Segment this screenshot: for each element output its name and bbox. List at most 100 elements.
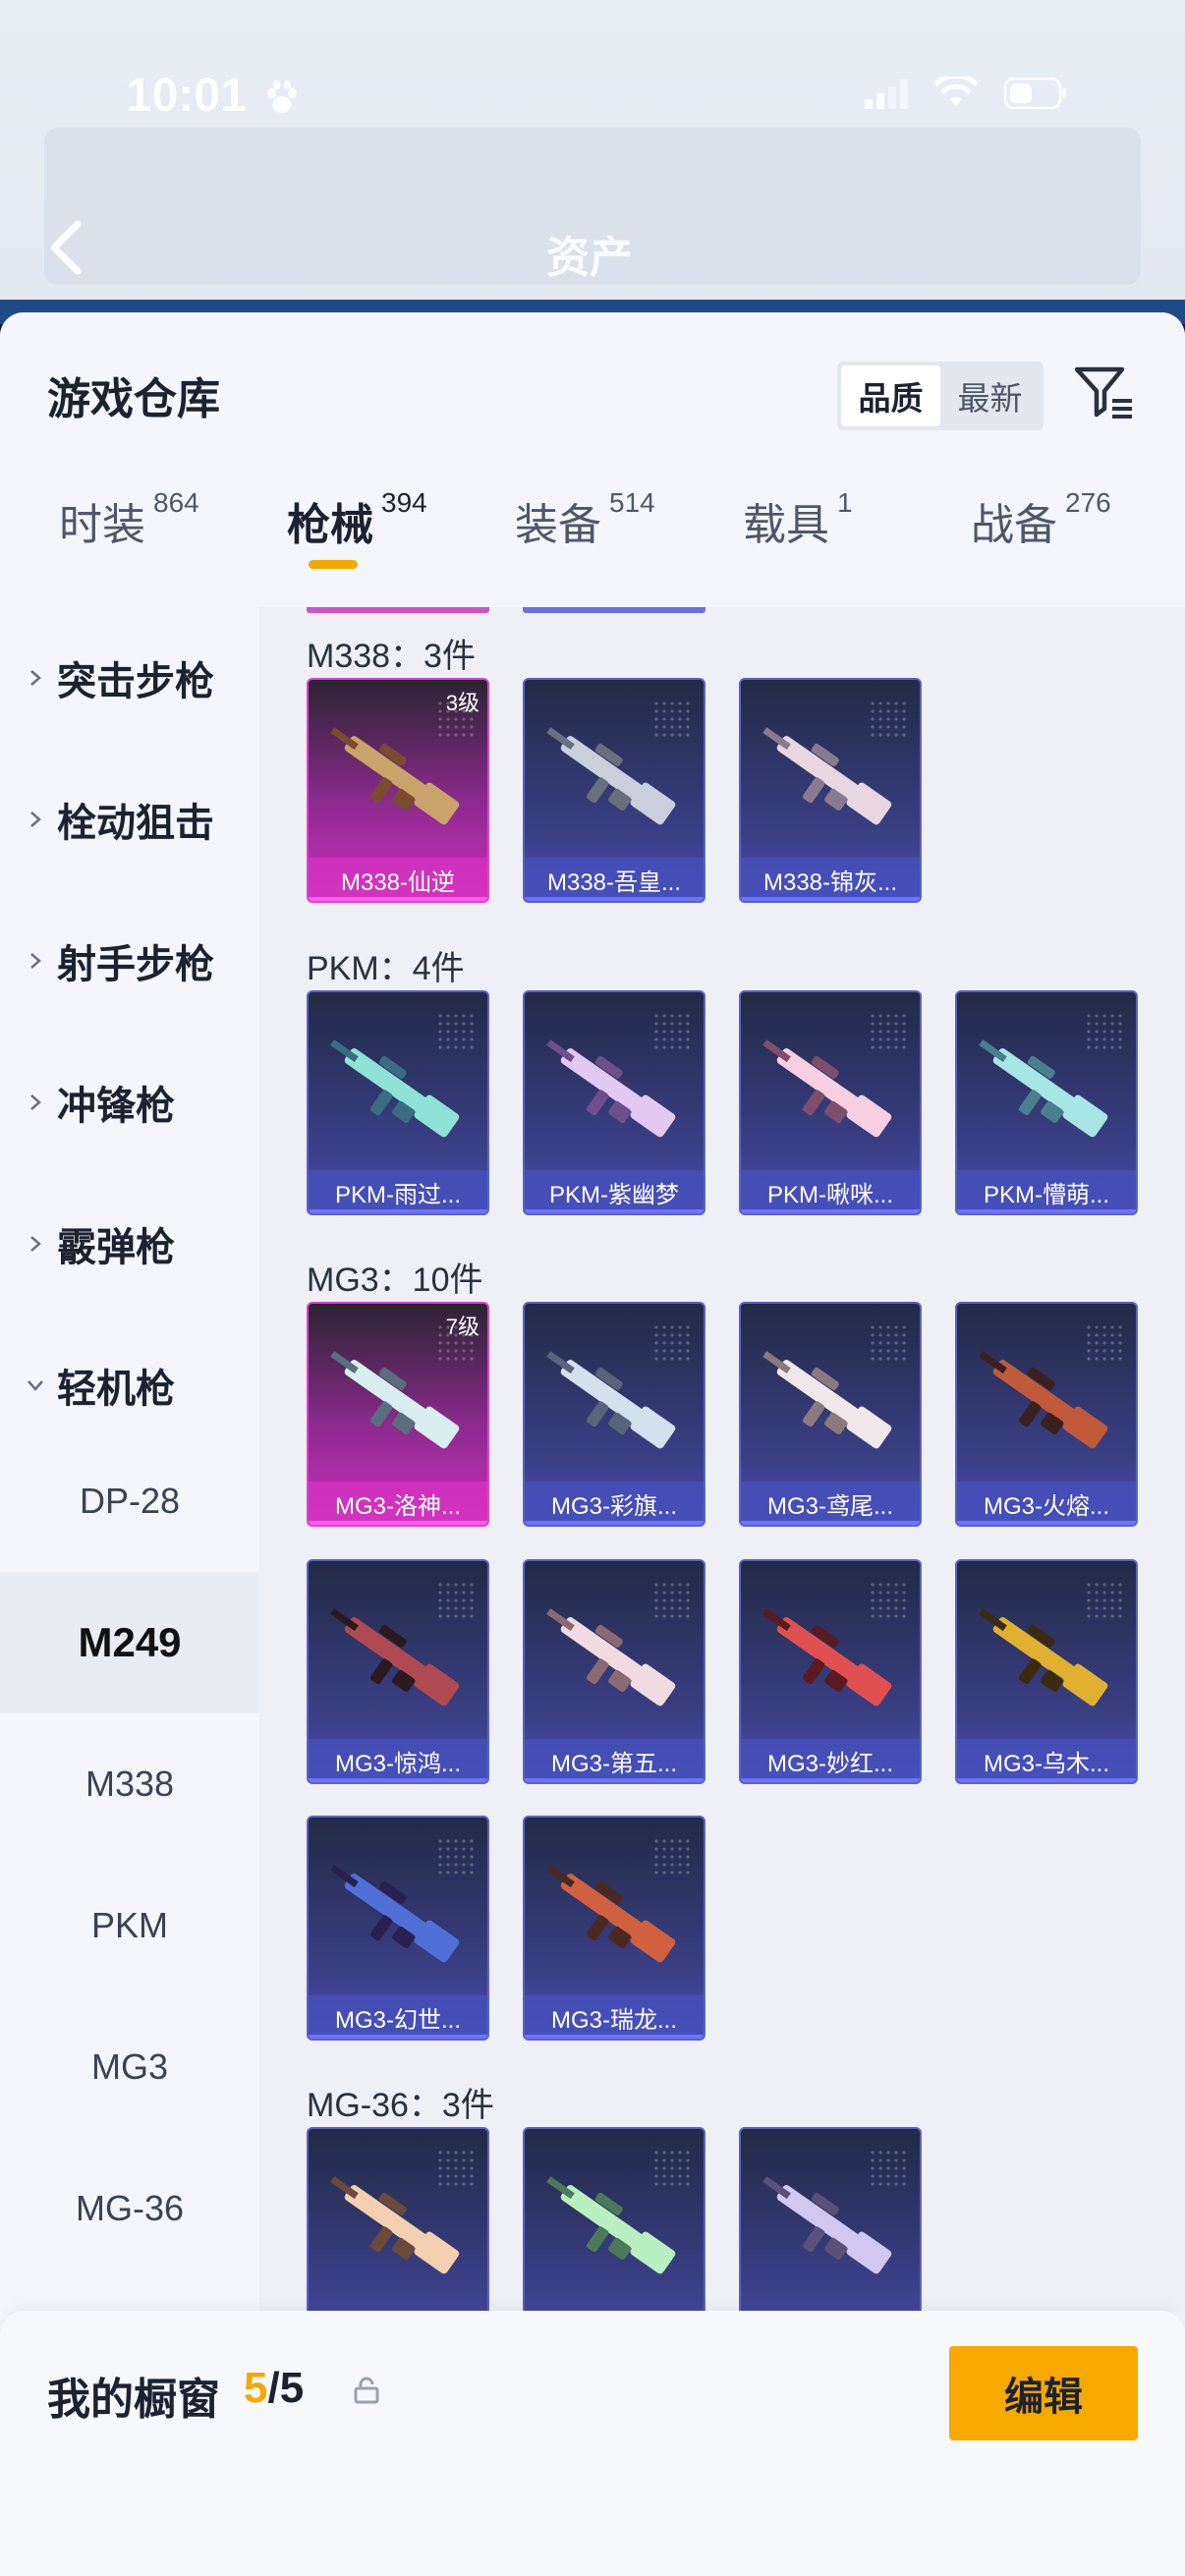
weapon-name: MG3-火熔... [957, 1482, 1136, 1525]
tab-count: 514 [609, 487, 655, 518]
weapon-card[interactable]: 3级 M338-仙逆 [307, 678, 489, 903]
tab-label: 时装 [59, 501, 145, 549]
weapon-card[interactable]: MG3-瑞龙... [523, 1816, 705, 2041]
sidebar-sub-mg36[interactable]: MG-36 [0, 2138, 259, 2279]
sidebar-sub-dp28[interactable]: DP-28 [0, 1430, 259, 1572]
sidebar-cat-smg[interactable]: 冲锋枪 [0, 1063, 259, 1142]
sidebar-sub-m249[interactable]: M249 [0, 1572, 259, 1713]
weapon-card[interactable]: M338-锦灰... [739, 678, 922, 903]
weapon-card[interactable]: 7级 MG3-洛神... [307, 1302, 489, 1527]
sidebar-cat-shotgun[interactable]: 霰弹枪 [0, 1204, 259, 1283]
rarity-line [309, 897, 487, 901]
rarity-line [309, 1209, 487, 1213]
weapon-card[interactable]: PKM-紫幽梦 [523, 990, 705, 1215]
sidebar: 突击步枪 栓动狙击 射手步枪 冲锋枪 霰弹枪 轻机枪 DP-28 M249 M3… [0, 607, 259, 2576]
sheet-title: 游戏仓库 [47, 375, 220, 423]
category-tabs: 时装 864 枪械 394 装备 514 载具 1 战备 276 [0, 487, 1185, 607]
weapon-grid: M338：3件 3级 M338-仙逆 M338-吾皇... M338-锦灰... PKM：… [259, 607, 1185, 2312]
sidebar-cat-lmg[interactable]: 轻机枪 [0, 1346, 259, 1425]
paw-icon [267, 80, 297, 113]
sort-newest-button[interactable]: 最新 [940, 365, 1040, 426]
sort-quality-button[interactable]: 品质 [841, 365, 940, 426]
gun-icon [330, 2176, 460, 2274]
weapon-card[interactable]: MG3-乌木... [955, 1559, 1138, 1784]
sidebar-cat-label: 冲锋枪 [57, 1085, 175, 1128]
rarity-line [957, 1521, 1136, 1525]
sheet-header: 游戏仓库 品质 最新 时装 864 枪械 394 装备 514 载具 1 战备 … [0, 312, 1185, 607]
back-icon[interactable] [44, 218, 87, 277]
sidebar-sub-pkm[interactable]: PKM [0, 1855, 259, 1996]
background-header: 10:01 资产 [0, 0, 1185, 324]
weapon-card[interactable]: PKM-啾咪... [739, 990, 922, 1215]
weapon-card[interactable]: PKM-雨过... [307, 990, 489, 1215]
weapon-name: PKM-雨过... [309, 1170, 487, 1213]
gun-icon [762, 1039, 892, 1138]
weapon-name: MG3-惊鸿... [309, 1739, 487, 1782]
weapon-card[interactable]: PKM-懵萌... [955, 990, 1138, 1215]
weapon-name: MG3-彩旗... [525, 1482, 704, 1525]
weapon-card[interactable]: MG3-火熔... [955, 1302, 1138, 1527]
gun-icon [546, 1865, 676, 1963]
sort-toggle: 品质 最新 [837, 362, 1044, 430]
weapon-card[interactable] [307, 2127, 489, 2312]
gun-icon [762, 727, 892, 825]
weapon-name: MG3-幻世... [309, 1995, 487, 2039]
sidebar-cat-assault-rifle[interactable]: 突击步枪 [0, 639, 259, 717]
tab-vehicles[interactable]: 载具 1 [743, 487, 853, 552]
tab-supplies[interactable]: 战备 276 [971, 487, 1111, 552]
showcase-current: 5 [244, 2364, 268, 2412]
page-title: 资产 [546, 234, 633, 282]
battery-icon [1004, 78, 1066, 109]
weapon-card[interactable]: MG3-鸢尾... [739, 1302, 922, 1527]
weapon-card[interactable]: MG3-彩旗... [523, 1302, 705, 1527]
filter-icon[interactable] [1071, 360, 1136, 424]
weapon-name: PKM-啾咪... [741, 1170, 920, 1213]
showcase-total: /5 [267, 2364, 305, 2412]
gun-icon [330, 1039, 460, 1138]
gun-icon [546, 727, 676, 825]
chevron-right-icon [30, 1094, 41, 1110]
status-icons [865, 77, 1067, 110]
rarity-line [309, 2035, 487, 2039]
sidebar-cat-label: 栓动狙击 [57, 802, 214, 845]
sidebar-cat-marksman[interactable]: 射手步枪 [0, 922, 259, 1000]
showcase-bar: 我的橱窗 5/5 编辑 [0, 2311, 1185, 2576]
weapon-name: M338-锦灰... [741, 858, 920, 901]
weapon-card[interactable]: M338-吾皇... [523, 678, 705, 903]
tab-guns[interactable]: 枪械 394 [287, 487, 427, 552]
rarity-line [741, 1521, 920, 1525]
weapon-card[interactable] [523, 2127, 705, 2312]
rarity-line [741, 1209, 920, 1213]
showcase-count: 5/5 [244, 2364, 304, 2413]
weapon-name: M338-仙逆 [309, 858, 487, 901]
rarity-line [741, 1778, 920, 1782]
weapon-name: PKM-紫幽梦 [525, 1170, 704, 1213]
warehouse-sheet: 游戏仓库 品质 最新 时装 864 枪械 394 装备 514 载具 1 战备 … [0, 312, 1185, 2576]
sidebar-sub-m338[interactable]: M338 [0, 1713, 259, 1855]
sidebar-cat-label: 突击步枪 [57, 660, 214, 703]
previous-card-edge [307, 607, 489, 613]
gun-icon [762, 2176, 892, 2274]
sidebar-sub-mg3[interactable]: MG3 [0, 1996, 259, 2138]
weapon-card[interactable] [739, 2127, 922, 2312]
sidebar-cat-label: 射手步枪 [57, 943, 214, 986]
gun-icon [546, 1608, 676, 1707]
tab-count: 394 [381, 487, 427, 518]
tab-fashion[interactable]: 时装 864 [59, 487, 199, 552]
gun-icon [330, 1351, 460, 1449]
status-time: 10:01 [126, 70, 247, 122]
weapon-card[interactable]: MG3-妙红... [739, 1559, 922, 1784]
weapon-card[interactable]: MG3-惊鸿... [307, 1559, 489, 1784]
gun-icon [330, 1608, 460, 1707]
weapon-card[interactable]: MG3-幻世... [307, 1816, 489, 2041]
group-title: PKM：4件 [307, 950, 465, 987]
sidebar-cat-label: 轻机枪 [57, 1368, 175, 1411]
weapon-card[interactable]: MG3-第五... [523, 1559, 705, 1784]
gun-icon [330, 727, 460, 825]
tab-equipment[interactable]: 装备 514 [515, 487, 655, 552]
weapon-name: M338-吾皇... [525, 858, 704, 901]
sidebar-cat-bolt-sniper[interactable]: 栓动狙击 [0, 780, 259, 859]
edit-button[interactable]: 编辑 [949, 2346, 1138, 2440]
chevron-down-icon [28, 1380, 43, 1391]
tab-label: 装备 [515, 501, 601, 549]
